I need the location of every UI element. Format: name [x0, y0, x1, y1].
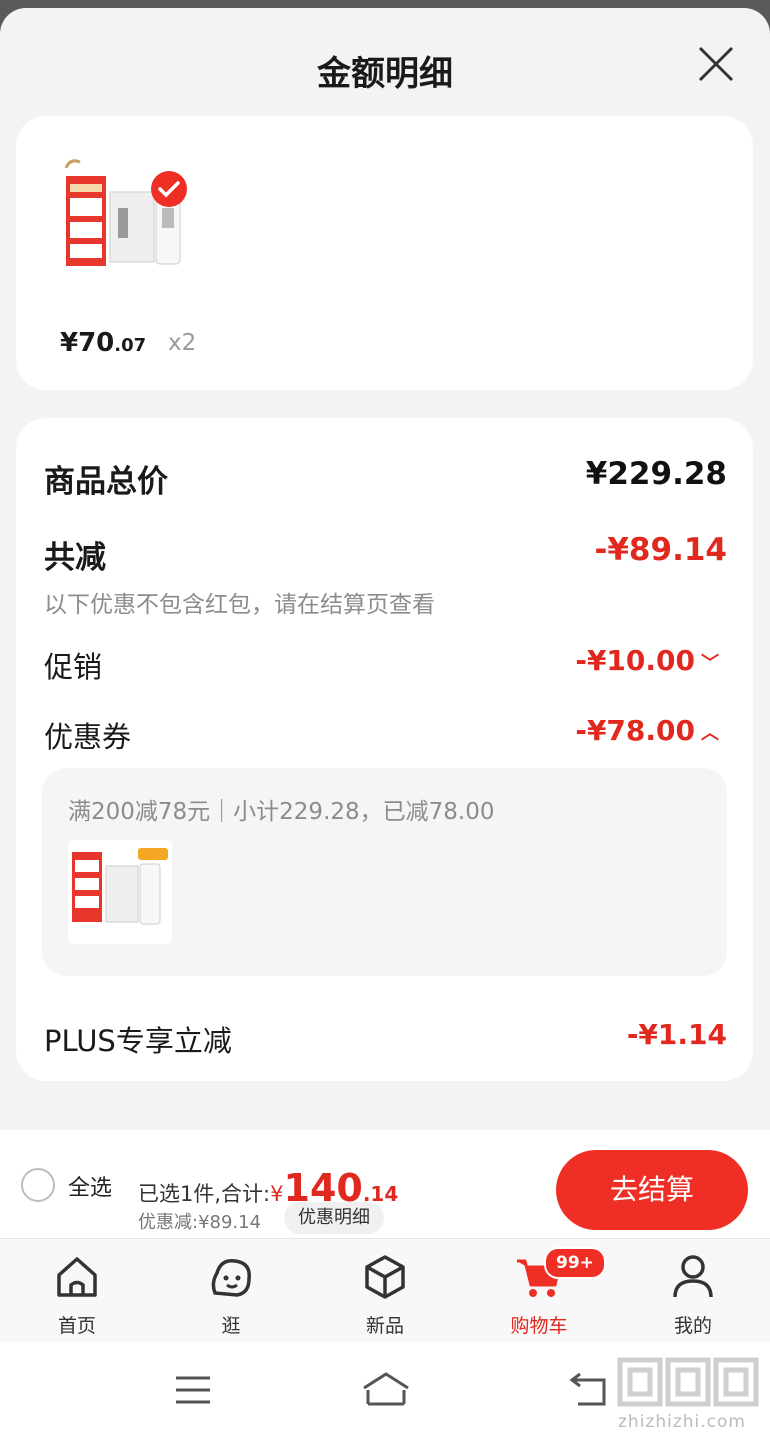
sheet-title: 金额明细	[317, 54, 453, 94]
chevron-up-icon: ︿	[701, 723, 719, 744]
bottom-tab-bar: 首页 逛 新品 99+ 购物车 我的	[0, 1238, 770, 1343]
amount-detail-sheet: 金额明细 ¥70.07 x2 商品总价 ¥229.28 共减 -¥89.14 以…	[0, 8, 770, 1433]
coupon-detail-text: 满200减78元｜小计229.28，已减78.00	[68, 799, 495, 825]
chevron-down-icon: ﹀	[701, 653, 719, 674]
tab-browse[interactable]: 逛	[176, 1239, 286, 1343]
total-value: ¥229.28	[585, 456, 727, 492]
promo-label: 促销	[44, 650, 103, 684]
cart-count-badge: 99+	[544, 1247, 606, 1279]
product-price: ¥70.07	[60, 328, 147, 358]
coupon-value: -¥78.00 ︿	[575, 714, 719, 747]
plus-value: -¥1.14	[626, 1018, 727, 1051]
reduce-value: -¥89.14	[594, 532, 728, 568]
discount-total: 优惠减:¥89.14	[138, 1212, 262, 1233]
total-label: 商品总价	[44, 464, 168, 500]
select-all-label[interactable]: 全选	[68, 1170, 112, 1202]
close-icon	[698, 46, 734, 82]
tab-home[interactable]: 首页	[22, 1239, 132, 1343]
watermark-text: zhizhizhi.com	[618, 1412, 746, 1432]
browse-face-icon	[211, 1259, 251, 1297]
coupon-label: 优惠券	[44, 720, 132, 754]
home-nav-icon[interactable]	[360, 1370, 412, 1410]
person-icon	[673, 1255, 713, 1298]
selected-check-icon	[151, 171, 187, 207]
close-button[interactable]	[694, 42, 738, 86]
promo-value: -¥10.00 ﹀	[575, 644, 719, 677]
reduce-label: 共减	[44, 540, 106, 576]
coupon-product-thumbnail	[68, 840, 172, 944]
watermark-logo	[616, 1354, 762, 1414]
checkout-bar: 全选 已选1件,合计:¥140.14 优惠减:¥89.14 优惠明细 去结算	[0, 1130, 770, 1238]
plus-label: PLUS专享立减	[44, 1024, 232, 1058]
price-breakdown-card: 商品总价 ¥229.28 共减 -¥89.14 以下优惠不包含红包，请在结算页查…	[16, 418, 753, 1081]
menu-icon[interactable]	[172, 1370, 214, 1410]
select-all-radio[interactable]	[21, 1168, 55, 1202]
discount-detail-button[interactable]: 优惠明细	[284, 1202, 384, 1234]
tab-new[interactable]: 新品	[330, 1239, 440, 1343]
checkout-button[interactable]: 去结算	[556, 1150, 748, 1230]
coupon-detail-box: 满200减78元｜小计229.28，已减78.00	[42, 768, 727, 976]
product-card: ¥70.07 x2	[16, 116, 753, 390]
tab-cart[interactable]: 99+ 购物车	[484, 1239, 606, 1343]
discount-note: 以下优惠不包含红包，请在结算页查看	[44, 592, 435, 618]
tab-mine[interactable]: 我的	[638, 1239, 748, 1343]
product-quantity: x2	[168, 330, 197, 356]
cube-icon	[365, 1255, 405, 1299]
home-icon	[57, 1257, 97, 1297]
back-icon[interactable]	[566, 1370, 610, 1410]
